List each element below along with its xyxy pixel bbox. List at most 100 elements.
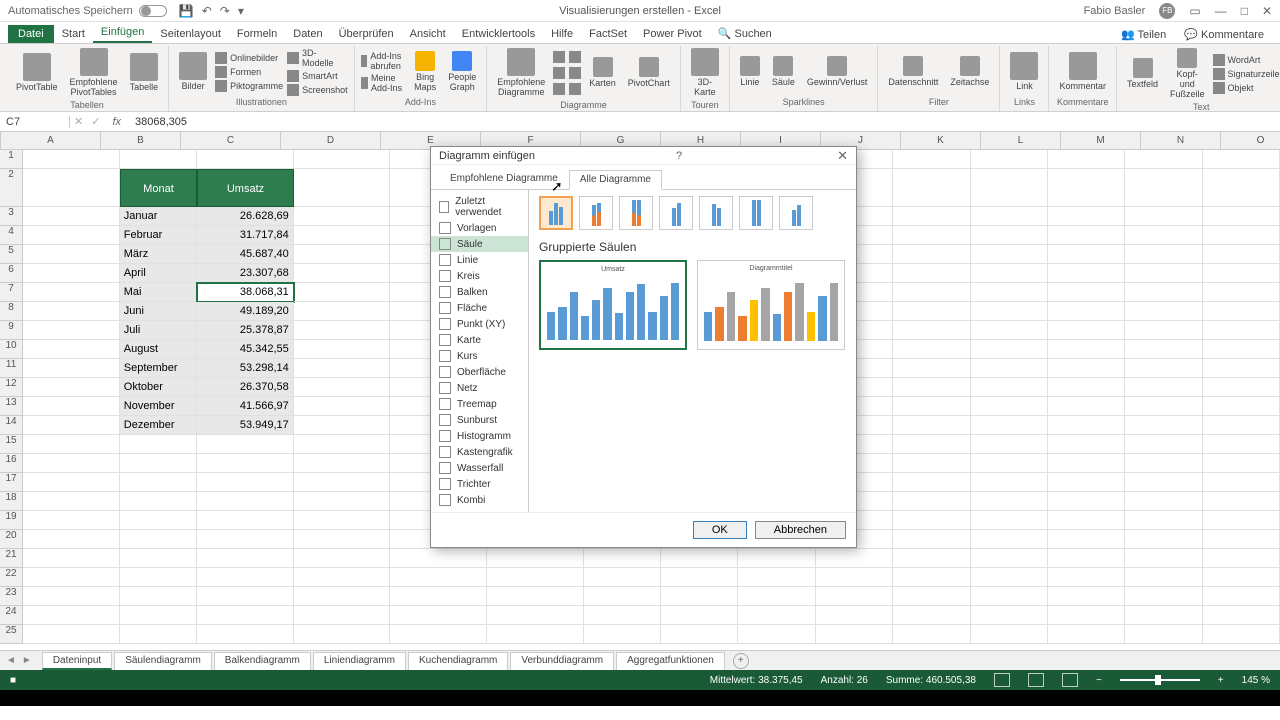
cell[interactable] — [1203, 302, 1280, 321]
sheet-tab[interactable]: Liniendiagramm — [313, 652, 406, 670]
cell[interactable] — [816, 606, 893, 625]
cell[interactable] — [197, 511, 294, 530]
cell[interactable]: 45.342,55 — [197, 340, 294, 359]
dialog-close-icon[interactable]: ✕ — [837, 148, 848, 164]
cancel-formula-icon[interactable]: ✕ — [70, 115, 87, 128]
cell[interactable] — [971, 245, 1048, 264]
row-header[interactable]: 6 — [0, 264, 23, 283]
cell[interactable]: Mai — [120, 283, 197, 302]
cell[interactable] — [23, 587, 120, 606]
cell[interactable] — [971, 226, 1048, 245]
chart-type-item[interactable]: Oberfläche — [431, 364, 528, 380]
cell[interactable]: 38.068,31 — [197, 283, 294, 302]
cell[interactable] — [294, 568, 391, 587]
cell[interactable] — [1125, 492, 1202, 511]
cell[interactable] — [1203, 169, 1280, 207]
tab-pagelayout[interactable]: Seitenlayout — [152, 25, 229, 43]
cell[interactable] — [197, 549, 294, 568]
cell[interactable] — [738, 587, 815, 606]
cell[interactable]: 26.370,58 — [197, 378, 294, 397]
cell[interactable] — [738, 606, 815, 625]
cell[interactable] — [893, 435, 970, 454]
cell[interactable] — [23, 473, 120, 492]
smartart-button[interactable]: SmartArt — [287, 70, 348, 82]
cell[interactable] — [971, 416, 1048, 435]
cell[interactable] — [294, 416, 391, 435]
row-header[interactable]: 16 — [0, 454, 23, 473]
view-pagelayout-icon[interactable] — [1028, 673, 1044, 687]
cell[interactable] — [971, 454, 1048, 473]
cell[interactable] — [893, 378, 970, 397]
cell[interactable] — [1048, 226, 1125, 245]
sheet-tab[interactable]: Verbunddiagramm — [510, 652, 614, 670]
cell[interactable] — [1125, 587, 1202, 606]
cell[interactable] — [816, 625, 893, 644]
cell[interactable] — [1203, 530, 1280, 549]
cell[interactable]: Januar — [120, 207, 197, 226]
cell[interactable] — [120, 492, 197, 511]
column-header-M[interactable]: M — [1061, 132, 1141, 149]
share-button[interactable]: 👥 Teilen — [1113, 26, 1174, 43]
chart-type-item[interactable]: Histogramm — [431, 428, 528, 444]
subtype-3d-column[interactable] — [779, 196, 813, 230]
sparkline-column-button[interactable]: Säule — [768, 54, 799, 90]
cell[interactable] — [1125, 207, 1202, 226]
chart-type-5[interactable] — [569, 67, 581, 79]
cell[interactable] — [23, 226, 120, 245]
add-sheet-button[interactable]: + — [733, 653, 749, 669]
cell[interactable] — [816, 568, 893, 587]
qat-customize-icon[interactable]: ▾ — [238, 4, 244, 18]
tab-formulas[interactable]: Formeln — [229, 25, 285, 43]
chart-type-item[interactable]: Zuletzt verwendet — [431, 194, 528, 220]
minimize-icon[interactable]: — — [1215, 4, 1227, 18]
row-header[interactable]: 21 — [0, 549, 23, 568]
cell[interactable] — [487, 587, 584, 606]
cell[interactable] — [1125, 340, 1202, 359]
cell[interactable] — [23, 454, 120, 473]
cancel-button[interactable]: Abbrechen — [755, 521, 846, 539]
cell[interactable]: 23.307,68 — [197, 264, 294, 283]
cell[interactable] — [487, 606, 584, 625]
cell[interactable] — [1125, 454, 1202, 473]
cell[interactable] — [893, 207, 970, 226]
cell[interactable] — [120, 625, 197, 644]
cell[interactable] — [584, 549, 661, 568]
textbox-button[interactable]: Textfeld — [1123, 56, 1162, 92]
cell[interactable] — [1203, 568, 1280, 587]
cell[interactable] — [487, 568, 584, 587]
cell[interactable] — [390, 625, 487, 644]
cell[interactable] — [1203, 283, 1280, 302]
cell[interactable] — [487, 549, 584, 568]
get-addins-button[interactable]: Add-Ins abrufen — [361, 51, 407, 71]
cell[interactable] — [294, 435, 391, 454]
cell[interactable] — [661, 549, 738, 568]
cell[interactable] — [120, 549, 197, 568]
cell[interactable] — [23, 283, 120, 302]
column-header-O[interactable]: O — [1221, 132, 1280, 149]
subtype-clustered-column[interactable] — [539, 196, 573, 230]
cell[interactable] — [1048, 454, 1125, 473]
cell[interactable]: März — [120, 245, 197, 264]
cell[interactable] — [893, 416, 970, 435]
cell[interactable] — [971, 150, 1048, 169]
cell[interactable] — [23, 625, 120, 644]
tab-factset[interactable]: FactSet — [581, 25, 635, 43]
cell[interactable] — [23, 492, 120, 511]
cell[interactable] — [893, 511, 970, 530]
slicer-button[interactable]: Datenschnitt — [884, 54, 942, 90]
cell[interactable]: 45.687,40 — [197, 245, 294, 264]
cell[interactable] — [1048, 397, 1125, 416]
cell[interactable] — [294, 530, 391, 549]
cell[interactable] — [1048, 549, 1125, 568]
cell[interactable] — [1048, 150, 1125, 169]
chart-type-2[interactable] — [553, 67, 565, 79]
cell[interactable] — [197, 530, 294, 549]
chart-type-item[interactable]: Balken — [431, 284, 528, 300]
cell[interactable] — [23, 150, 120, 169]
cell[interactable] — [23, 264, 120, 283]
screenshot-button[interactable]: Screenshot — [287, 84, 348, 96]
cell[interactable] — [294, 245, 391, 264]
cell[interactable] — [893, 397, 970, 416]
cell[interactable] — [893, 245, 970, 264]
tab-all-charts[interactable]: Alle Diagramme — [569, 170, 662, 190]
